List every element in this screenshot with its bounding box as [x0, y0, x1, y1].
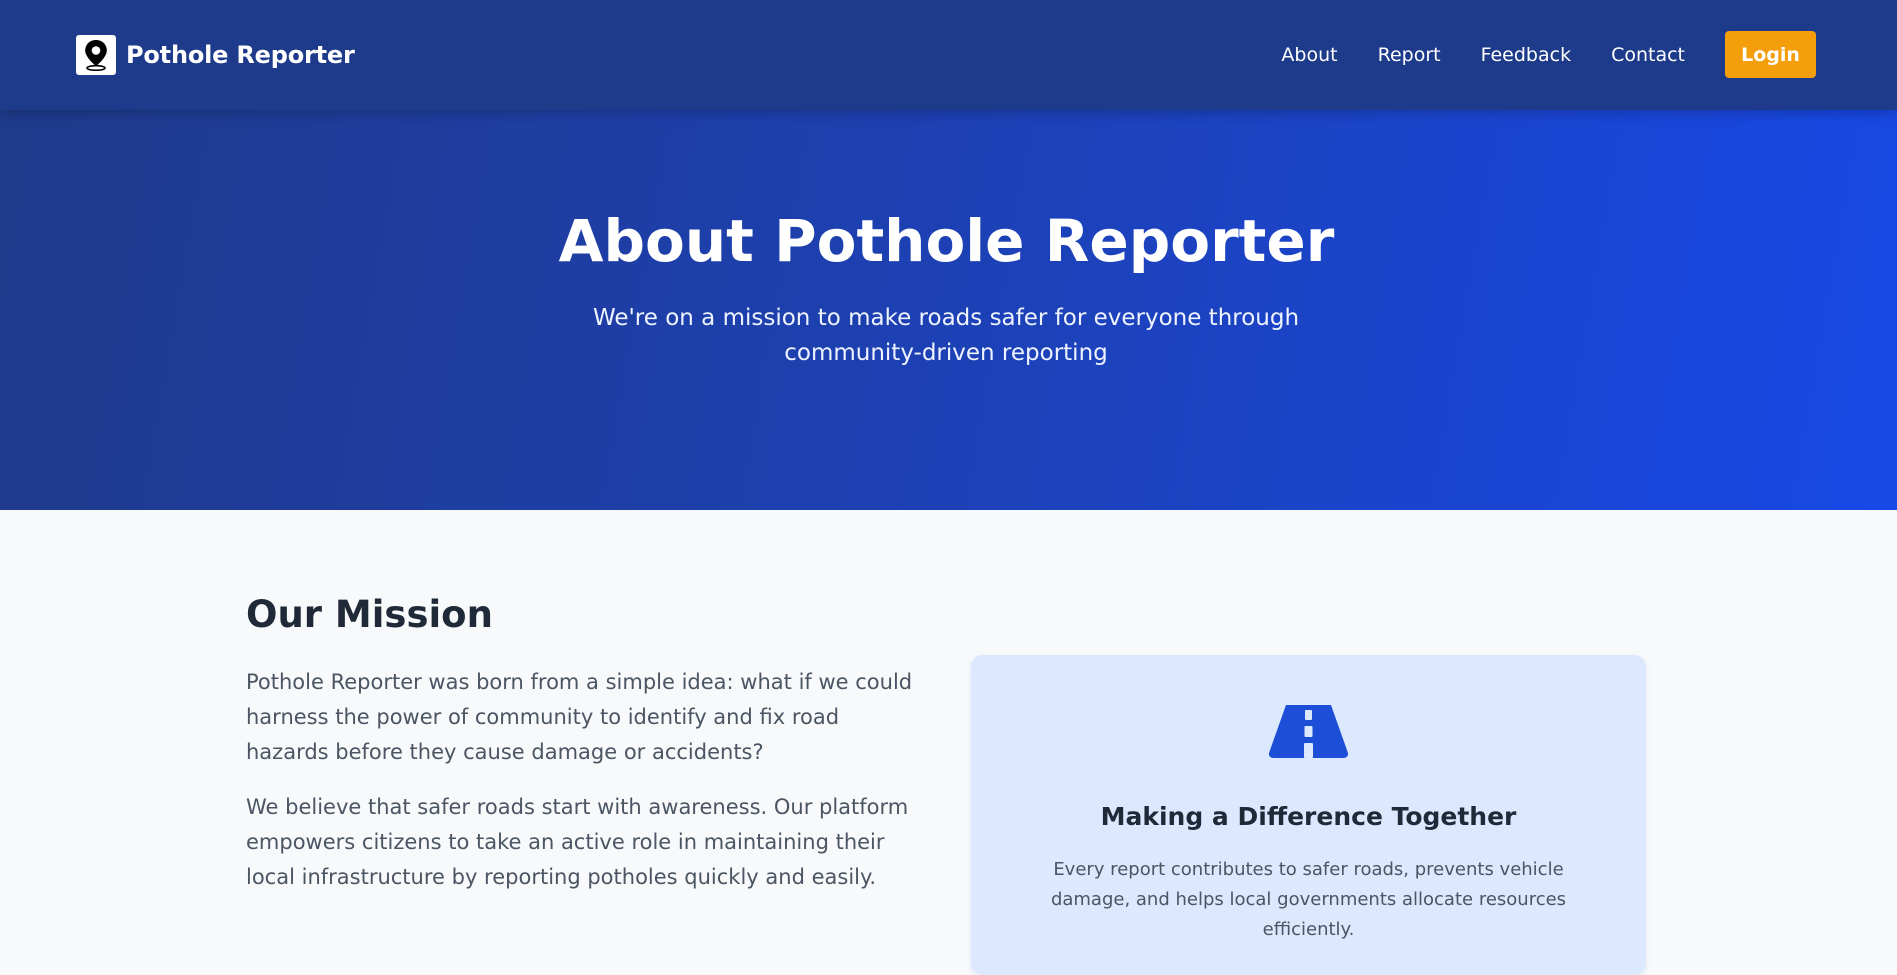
mission-title: Our Mission — [246, 593, 493, 636]
map-pin-icon — [76, 35, 116, 75]
hero-title: About Pothole Reporter — [558, 207, 1335, 275]
nav-links: About Report Feedback Contact Login — [1281, 31, 1816, 78]
mission-paragraph-1: Pothole Reporter was born from a simple … — [246, 670, 913, 764]
nav-about-link[interactable]: About — [1281, 44, 1337, 66]
mission-paragraph-2: We believe that safer roads start with a… — [246, 795, 909, 889]
card-text: Every report contributes to safer roads,… — [1050, 859, 1567, 940]
card-title: Making a Difference Together — [1100, 802, 1517, 831]
nav-report-link[interactable]: Report — [1378, 44, 1441, 66]
mission-section: Our Mission Pothole Reporter was born fr… — [0, 510, 1897, 975]
road-icon — [1268, 705, 1349, 760]
navbar: Pothole Reporter About Report Feedback C… — [0, 0, 1897, 110]
login-button[interactable]: Login — [1725, 31, 1816, 78]
nav-feedback-link[interactable]: Feedback — [1481, 44, 1571, 66]
hero-subtitle: We're on a mission to make roads safer f… — [592, 305, 1300, 366]
hero-section: About Pothole Reporter We're on a missio… — [0, 110, 1897, 510]
nav-contact-link[interactable]: Contact — [1611, 44, 1685, 66]
brand-name: Pothole Reporter — [126, 41, 355, 69]
brand-link[interactable]: Pothole Reporter — [76, 35, 355, 75]
impact-card: Making a Difference Together Every repor… — [971, 655, 1646, 975]
